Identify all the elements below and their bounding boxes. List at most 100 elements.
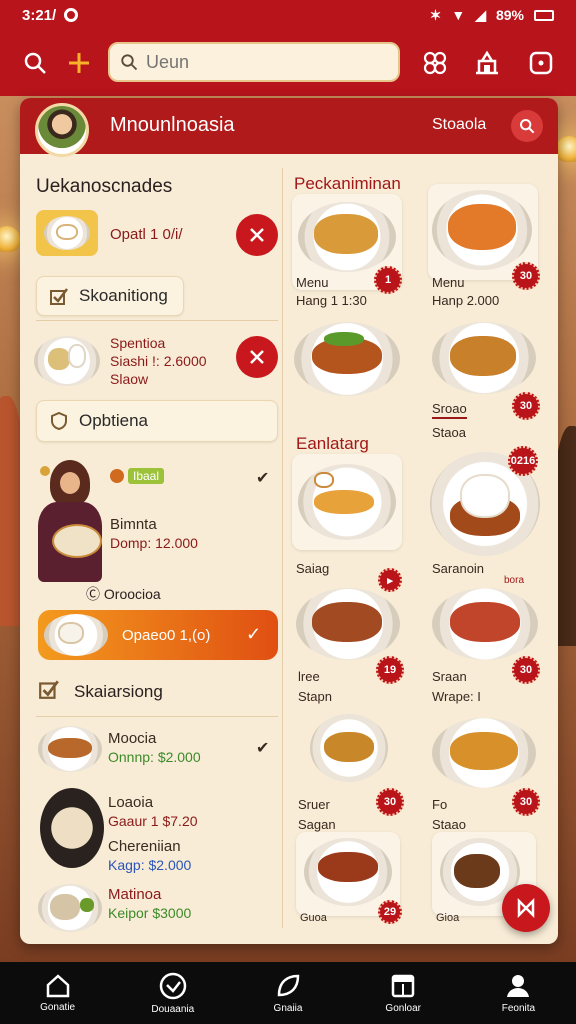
price-badge: 0216 xyxy=(508,446,538,476)
card-title: Fo xyxy=(432,797,448,812)
option-chip[interactable]: Opbtiena xyxy=(36,400,278,442)
close-icon xyxy=(250,350,264,364)
search-icon[interactable] xyxy=(18,46,52,80)
nav-profile[interactable]: Feonita xyxy=(461,962,576,1024)
card-image xyxy=(294,322,400,396)
card-price: Hanp 2.000 xyxy=(432,293,500,308)
nav-home[interactable]: Gonatie xyxy=(0,962,115,1024)
divider xyxy=(36,716,278,717)
card-image xyxy=(310,714,388,782)
leaf-icon xyxy=(277,974,300,997)
price-badge: 29 xyxy=(378,900,402,924)
card-title: Guoa xyxy=(300,912,327,924)
card-price: Sagan xyxy=(298,817,336,832)
section-title: Uekanoscnades xyxy=(36,176,173,197)
check-circle-icon xyxy=(159,972,187,1000)
search-field[interactable] xyxy=(108,42,400,82)
panel-header: Mnounlnoasia Stoaola xyxy=(20,98,558,157)
header-search-button[interactable] xyxy=(511,110,543,142)
promo-label: Ⓒ Oroocioa xyxy=(86,586,161,602)
chip-label: Opbtiena xyxy=(79,411,148,430)
search-icon xyxy=(520,119,535,134)
bottom-nav: Gonatie Douaania Gnaiia Gonloar Feonita xyxy=(0,962,576,1024)
price-badge: ▸ xyxy=(378,568,402,592)
item-title: Spentioa xyxy=(110,335,166,351)
item-price: Gaaur 1 $7.20 xyxy=(108,813,198,829)
food-image xyxy=(34,336,100,386)
card-title: lree xyxy=(298,669,320,684)
flower-icon[interactable] xyxy=(418,46,452,80)
card-price: Staao xyxy=(432,817,466,832)
food-image xyxy=(44,614,108,656)
status-bar: 3:21/ ✶ ▼ ◢ 89% xyxy=(0,0,576,30)
item-price: Onnnp: $2.000 xyxy=(108,749,201,765)
hanging-lamp xyxy=(0,226,20,252)
nav-label: Feonita xyxy=(501,1003,536,1014)
profile-icon xyxy=(507,975,530,997)
card-tag: bora xyxy=(504,575,525,586)
item-title: Matinoa xyxy=(108,886,162,903)
checkbox-icon xyxy=(50,288,68,305)
price-badge: 30 xyxy=(512,656,540,684)
order-bar-label: Opaeo0 1,(o) xyxy=(122,626,211,644)
item-title: Opatl 1 0/i/ xyxy=(110,226,183,243)
nav-label: Douaania xyxy=(151,1004,195,1015)
card-image xyxy=(432,718,536,788)
app-bar xyxy=(0,30,576,96)
signal-icon: ◢ xyxy=(475,6,486,23)
check-icon: ✔ xyxy=(256,470,270,487)
card-title: Saranoin xyxy=(432,561,485,576)
menu-panel: Mnounlnoasia Stoaola Uekanoscnades Opatl… xyxy=(20,98,558,944)
card-title: Sruer xyxy=(298,797,330,812)
nav-label: Gonatie xyxy=(40,1002,76,1013)
card-title: Menu xyxy=(432,275,465,290)
price-badge: 30 xyxy=(376,788,404,816)
card-price: Stapn xyxy=(298,689,332,704)
scan-icon[interactable] xyxy=(524,46,558,80)
calendar-icon xyxy=(391,974,415,998)
category-title: Peckaniminan xyxy=(294,174,401,193)
battery-level: 89% xyxy=(495,7,524,23)
chip-label: Skoanitiong xyxy=(79,286,168,305)
cart-fab-button[interactable] xyxy=(502,884,550,932)
promo-tag: Ibaal xyxy=(128,468,165,484)
page-title: Mnounlnoasia xyxy=(110,114,235,136)
price-badge: 30 xyxy=(512,788,540,816)
food-image xyxy=(40,788,104,868)
store-icon[interactable] xyxy=(470,46,504,80)
header-link[interactable]: Stoaola xyxy=(432,116,486,134)
remove-button[interactable] xyxy=(236,214,278,256)
card-image xyxy=(292,454,402,550)
food-image xyxy=(36,210,98,256)
nav-label: Gnaiia xyxy=(273,1003,303,1014)
price-badge: 30 xyxy=(512,262,540,290)
battery-icon xyxy=(534,9,554,21)
card-image xyxy=(432,322,536,394)
item-title: Loaoia xyxy=(108,794,154,811)
order-bar[interactable]: Opaeo0 1,(o) ✓ xyxy=(38,610,278,660)
promo-price: Domp: 12.000 xyxy=(110,535,198,551)
notification-icon xyxy=(64,8,79,22)
item-note: Slaow xyxy=(110,371,149,387)
card-title: Saiag xyxy=(296,561,330,576)
shield-icon xyxy=(51,411,67,431)
divider xyxy=(36,320,278,321)
wifi-icon: ▼ xyxy=(451,7,466,23)
nav-saved[interactable]: Gonloar xyxy=(346,962,461,1024)
card-image xyxy=(432,588,538,660)
nav-explore[interactable]: Gnaiia xyxy=(230,962,345,1024)
remove-button[interactable] xyxy=(236,336,278,378)
nav-orders[interactable]: Douaania xyxy=(115,962,230,1024)
add-icon[interactable] xyxy=(62,46,96,80)
price-badge: 30 xyxy=(512,392,540,420)
filter-chip[interactable]: Skoanitiong xyxy=(36,276,184,316)
search-input[interactable] xyxy=(146,51,376,73)
item-price: Keipor $3000 xyxy=(108,905,192,921)
price-badge: 1 xyxy=(374,266,402,294)
item-price: Kagp: $2.000 xyxy=(108,857,192,873)
item-price: Siashi !: 2.6000 xyxy=(110,353,207,369)
food-image xyxy=(38,884,102,932)
close-icon xyxy=(250,228,264,242)
promo-label-text: Oroocioa xyxy=(103,586,161,602)
avatar[interactable] xyxy=(35,103,89,157)
